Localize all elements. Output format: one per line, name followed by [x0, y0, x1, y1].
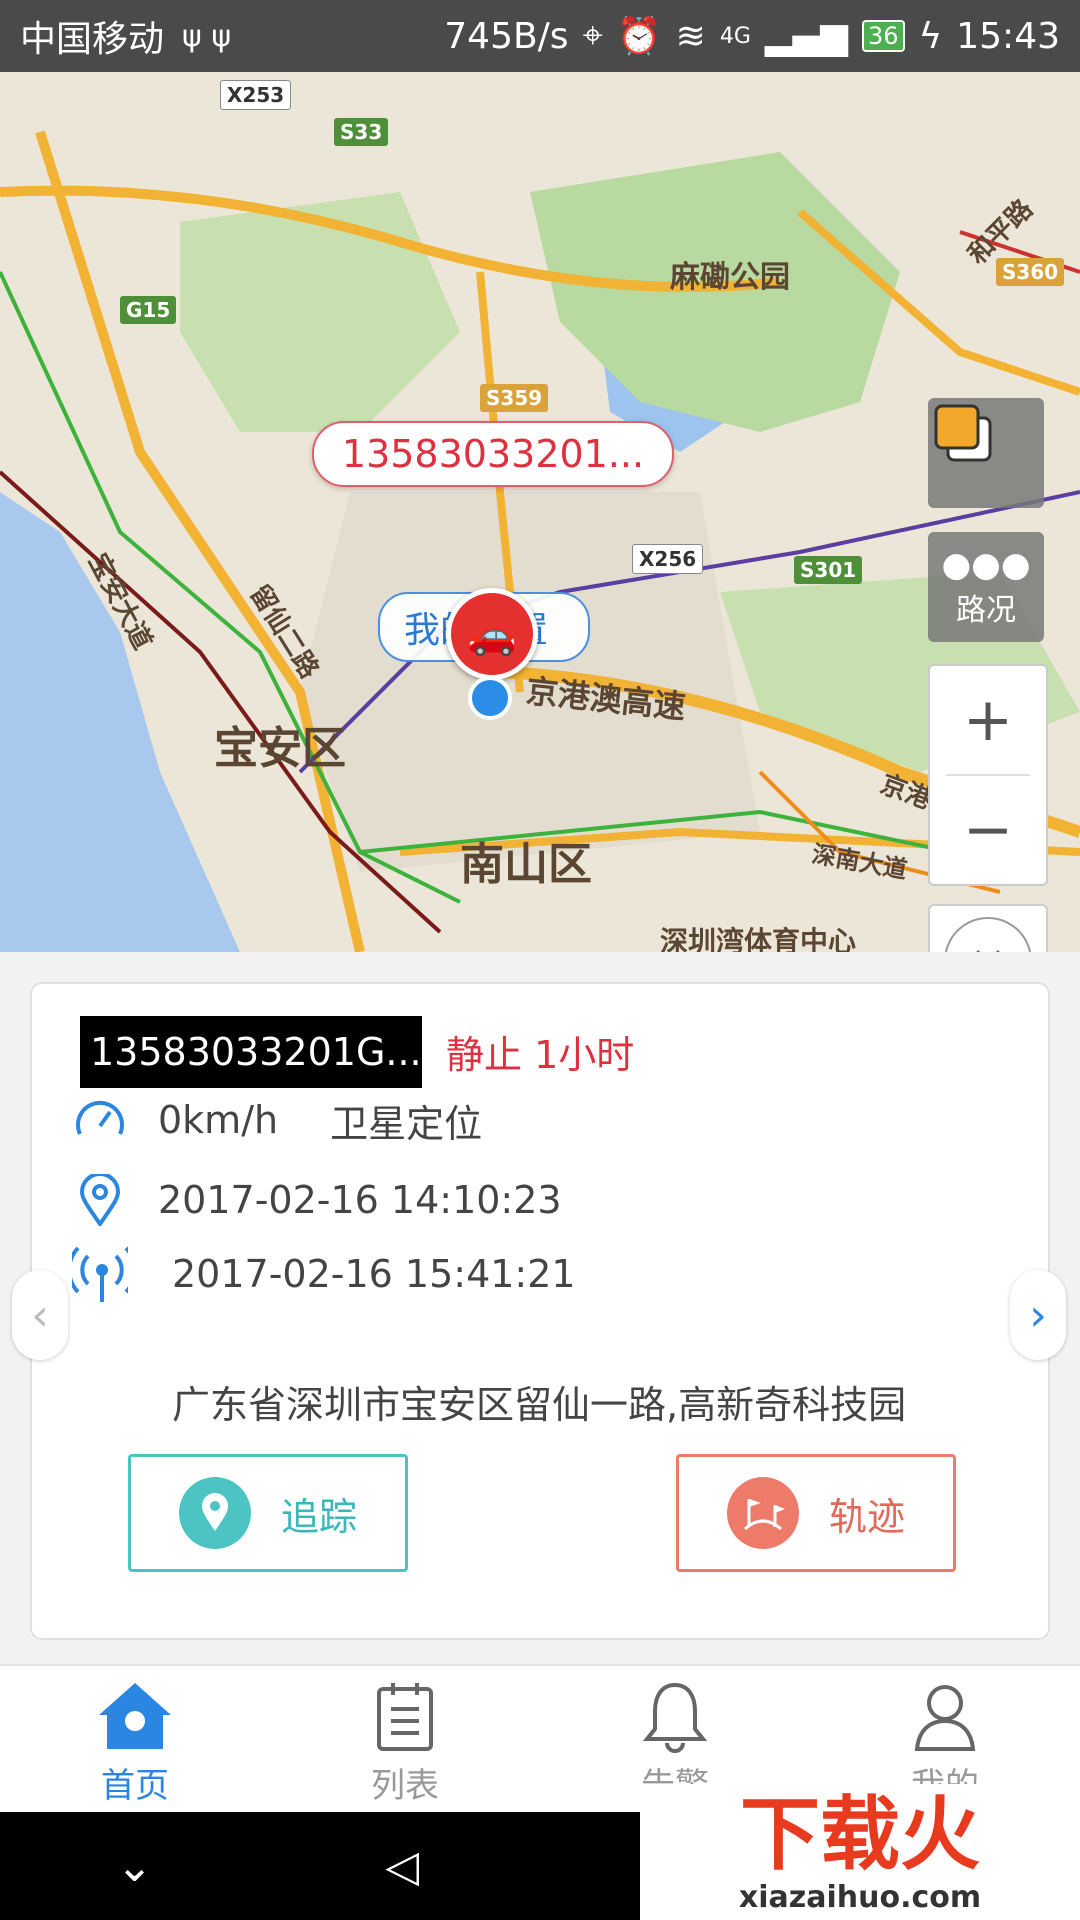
- track-button[interactable]: 追踪: [128, 1454, 408, 1572]
- map-view[interactable]: 麻磡公园 宝安区 南山区 京港澳高速 宝安大道 留仙二路 和平路 深南大道 京港…: [0, 72, 1080, 952]
- charging-icon: ϟ: [918, 15, 943, 57]
- gps-time-row: 2017-02-16 14:10:23: [72, 1172, 562, 1228]
- signal-time-row: 2017-02-16 15:41:21: [72, 1246, 576, 1302]
- layer-toggle-button[interactable]: [928, 398, 1044, 508]
- wifi-icon: ≋: [675, 15, 706, 57]
- tab-home[interactable]: 首页: [0, 1666, 270, 1814]
- pin-icon: [72, 1172, 128, 1228]
- tab-list[interactable]: 列表: [270, 1666, 540, 1814]
- location-pin-icon: [179, 1477, 251, 1549]
- road-shield: S33: [334, 118, 389, 146]
- map-label-stadium: 深圳湾体育中心: [660, 925, 857, 952]
- device-address: 广东省深圳市宝安区留仙一路,高新奇科技园: [172, 1383, 907, 1427]
- road-shield: S301: [794, 556, 863, 584]
- zoom-in-button[interactable]: +: [930, 666, 1046, 774]
- map-label-nanshan: 南山区: [460, 839, 592, 890]
- collapse-icon[interactable]: ⌄: [116, 1841, 153, 1892]
- gps-time: 2017-02-16 14:10:23: [158, 1178, 562, 1222]
- route-flag-icon: [727, 1477, 799, 1549]
- traffic-toggle-button[interactable]: ●●● 路况: [928, 532, 1044, 642]
- clock: 15:43: [956, 15, 1060, 57]
- network-speed: 745B/s: [444, 15, 569, 57]
- trail-label: 轨迹: [829, 1494, 906, 1539]
- signal-tower-icon: [72, 1246, 128, 1302]
- current-location-icon: [468, 676, 512, 720]
- road-shield: S360: [996, 258, 1065, 286]
- speed-value: 0km/h: [158, 1098, 279, 1142]
- track-label: 追踪: [281, 1494, 358, 1539]
- tab-label: 首页: [101, 1765, 169, 1806]
- battery-icon: 36: [861, 20, 905, 52]
- signal-time: 2017-02-16 15:41:21: [172, 1252, 576, 1296]
- watermark-url: xiazaihuo.com: [738, 1879, 982, 1915]
- list-icon: [373, 1674, 437, 1758]
- vehicle-callout[interactable]: 13583033201...: [312, 421, 674, 487]
- network-type: 4G: [719, 23, 751, 49]
- status-bar: 中国移动 ψ ψ 745B/s ⌖ ⏰ ≋ 4G ▂▄▆ 36 ϟ 15:43: [0, 0, 1080, 72]
- user-icon: [913, 1674, 977, 1758]
- speed-row: 0km/h 卫星定位: [72, 1092, 482, 1148]
- previous-device-button[interactable]: ‹: [12, 1270, 68, 1360]
- zoom-control: + −: [928, 664, 1048, 886]
- chevron-right-icon: ›: [1029, 1289, 1047, 1341]
- car-marker-icon[interactable]: 🚗: [446, 588, 538, 680]
- traffic-label: 路况: [956, 593, 1016, 628]
- device-status: 静止 1小时: [446, 1033, 635, 1077]
- device-plate: 13583033201G...: [80, 1016, 422, 1088]
- road-shield: S359: [480, 384, 549, 412]
- home-icon: [95, 1674, 175, 1758]
- next-device-button[interactable]: ›: [1010, 1270, 1066, 1360]
- map-label-park: 麻磡公园: [670, 260, 790, 295]
- watermark-logo: 下载火 xiazaihuo.com: [640, 1784, 1080, 1920]
- zoom-out-button[interactable]: −: [930, 776, 1046, 884]
- close-icon: ×: [944, 917, 1032, 952]
- map-graphics: [0, 130, 1080, 952]
- layers-icon: [934, 404, 992, 462]
- close-map-button[interactable]: ×: [928, 904, 1048, 952]
- road-shield: G15: [120, 296, 177, 324]
- signal-icon: ▂▄▆: [764, 15, 848, 57]
- bell-icon: [643, 1674, 707, 1758]
- speedometer-icon: [72, 1092, 128, 1148]
- usb-icon: ψ ψ: [182, 18, 232, 54]
- locate-mode: 卫星定位: [330, 1101, 483, 1146]
- carrier-label: 中国移动: [20, 19, 165, 60]
- back-icon[interactable]: ◁: [385, 1841, 419, 1892]
- chevron-left-icon: ‹: [31, 1289, 49, 1341]
- alarm-icon: ⏰: [616, 16, 662, 57]
- trail-button[interactable]: 轨迹: [676, 1454, 956, 1572]
- traffic-icon: ●●●: [941, 545, 1031, 585]
- watermark-text: 下载火: [740, 1787, 980, 1881]
- device-card: 13583033201G... 静止 1小时 0km/h 卫星定位 2017-0…: [30, 982, 1050, 1640]
- tab-label: 列表: [371, 1765, 439, 1806]
- road-shield: X256: [632, 544, 704, 574]
- road-shield: X253: [220, 80, 292, 110]
- map-label-baoan: 宝安区: [214, 723, 346, 774]
- location-icon: ⌖: [582, 15, 603, 56]
